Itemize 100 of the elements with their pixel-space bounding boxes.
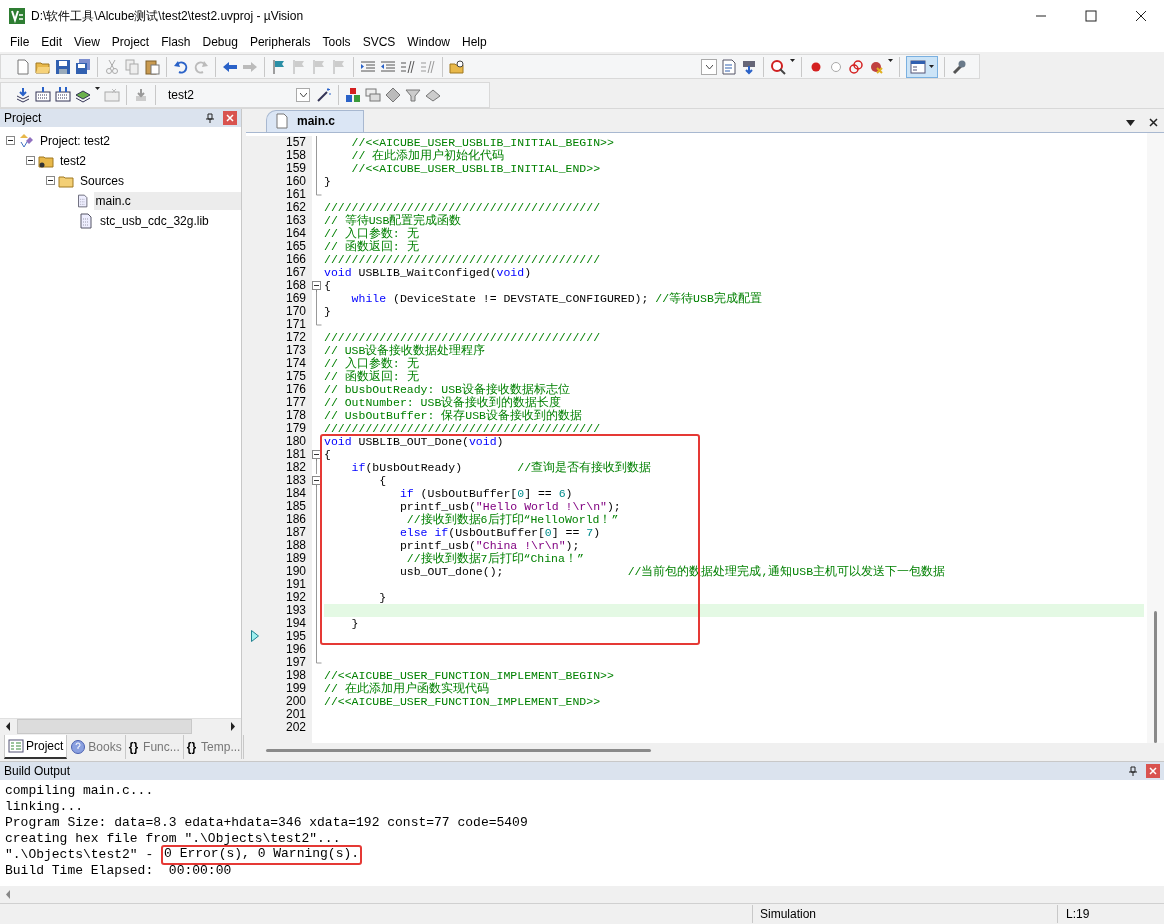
window-icon[interactable] [910,58,926,75]
menu-item[interactable]: Debug [196,32,244,51]
pin-icon[interactable] [1128,765,1138,776]
menu-item[interactable]: Edit [35,32,69,51]
line-number: 159 [285,161,306,175]
scrollbar-thumb[interactable] [17,719,192,735]
collapse-icon[interactable] [312,447,322,461]
menu-item[interactable]: Window [401,32,456,51]
scrollbar-thumb[interactable] [1154,610,1157,743]
vertical-scrollbar[interactable] [1147,132,1164,743]
panel-tab[interactable]: Project [4,734,68,759]
indent-icon[interactable] [360,58,376,75]
window-toggle-button[interactable] [906,55,938,78]
line-number: 188 [285,538,306,552]
close-icon[interactable] [1149,117,1158,127]
panel-tab[interactable]: Books [67,734,126,759]
blocks-icon[interactable] [345,87,361,103]
output-text: linking... [5,798,83,815]
tree-item[interactable]: test2 [58,151,88,170]
collapse-icon[interactable] [312,278,322,292]
line-number: 183 [285,473,306,487]
code-line: //接收到数据7后打印“China！” [406,551,584,565]
download-icon[interactable] [741,58,757,75]
stack-download-icon[interactable] [15,87,31,103]
project-icon [8,737,24,754]
funnel-icon[interactable] [405,87,421,103]
two-circles-icon[interactable] [848,58,864,75]
tree-item[interactable]: Project: test2 [38,131,113,150]
outdent-icon[interactable] [380,58,396,75]
magic-wand-icon[interactable] [316,87,332,103]
code-line: // 入口参数: 无 [324,226,419,240]
dropdown-icon[interactable] [1126,119,1135,126]
output-text: Program Size: data=8.3 edata+hdata=346 xdata=192 const=77 code=5409 [5,814,528,831]
line-number: 162 [285,200,306,214]
code-line: } [378,590,387,604]
close-icon[interactable] [1135,9,1147,22]
code-line: { [378,473,387,487]
status-text: Simulation [752,905,1057,924]
magnifier-icon[interactable] [770,58,786,75]
line-number: 166 [285,252,306,266]
pin-icon[interactable] [205,112,215,123]
menu-item[interactable]: SVCS [356,32,402,51]
build-icon[interactable] [35,87,51,103]
app-icon [9,7,25,24]
menu-item[interactable]: Peripherals [243,32,317,51]
menu-item[interactable]: Tools [316,32,357,51]
flag-icon[interactable] [271,58,287,75]
rebuild-icon[interactable] [55,87,71,103]
caret-icon[interactable] [929,65,934,68]
code-line: //////////////////////////////////////// [324,421,601,435]
menu-item[interactable]: Flash [155,32,197,51]
code-line: // 在此添加用户初始化代码 [350,148,505,162]
panel-tab[interactable]: {} Temp... [183,734,245,759]
output-text: creating hex file from ".\Objects\test2"... [5,830,341,847]
collapse-icon[interactable] [46,176,55,186]
menu-item[interactable]: Help [456,32,493,51]
windows-icon[interactable] [365,87,381,103]
collapse-icon[interactable] [312,473,322,487]
panel-title: Build Output [4,762,72,780]
line-number: 163 [285,213,306,227]
save-icon[interactable] [55,58,71,75]
line-number: 184 [285,486,306,500]
menu-item[interactable]: View [68,32,106,51]
save-all-icon[interactable] [75,58,91,75]
editor-tab[interactable]: main.c [266,109,364,132]
collapse-icon[interactable] [6,136,15,146]
line-number: 172 [285,330,306,344]
line-number: 197 [285,655,306,669]
line-number: 173 [285,343,306,357]
scrollbar-thumb[interactable] [266,749,651,753]
stack-icon[interactable] [425,87,441,103]
collapse-icon[interactable] [26,156,35,166]
dropdown-field[interactable] [701,58,717,75]
maximize-icon[interactable] [1085,9,1097,22]
line-number: 181 [285,447,306,461]
code-line: //<<AICUBE_USER_USBLIB_INITIAL_BEGIN>> [350,135,614,149]
paste-icon[interactable] [144,58,160,75]
caret-icon[interactable] [705,64,713,69]
wrench-icon[interactable] [951,58,967,75]
menu-item[interactable]: File [4,32,36,51]
document-icon[interactable] [721,58,737,75]
line-number: 168 [285,278,306,292]
caret-icon[interactable] [299,93,307,97]
line-number: 194 [285,616,306,630]
panel-tab[interactable]: {} Func... [125,734,184,759]
tree-item[interactable]: Sources [78,171,127,190]
code-line: void USBLIB_OUT_Done(void) [324,434,504,448]
diamond-icon[interactable] [385,87,401,103]
load-icon[interactable] [133,87,149,103]
code-line: // 入口参数: 无 [324,356,419,370]
line-number: 187 [285,525,306,539]
folder-search-icon[interactable] [449,58,465,75]
tree-item[interactable]: stc_usb_cdc_32g.lib [98,211,211,230]
code-line: } [350,616,359,630]
comment-lines-icon[interactable] [400,58,416,75]
line-number: 182 [285,460,306,474]
line-number: 170 [285,304,306,318]
menu-item[interactable]: Project [105,32,156,51]
tree-item[interactable]: main.c [93,191,241,210]
window-title: D:\软件工具\Alcube测试\test2\test2.uvproj - µVision [31,7,304,25]
